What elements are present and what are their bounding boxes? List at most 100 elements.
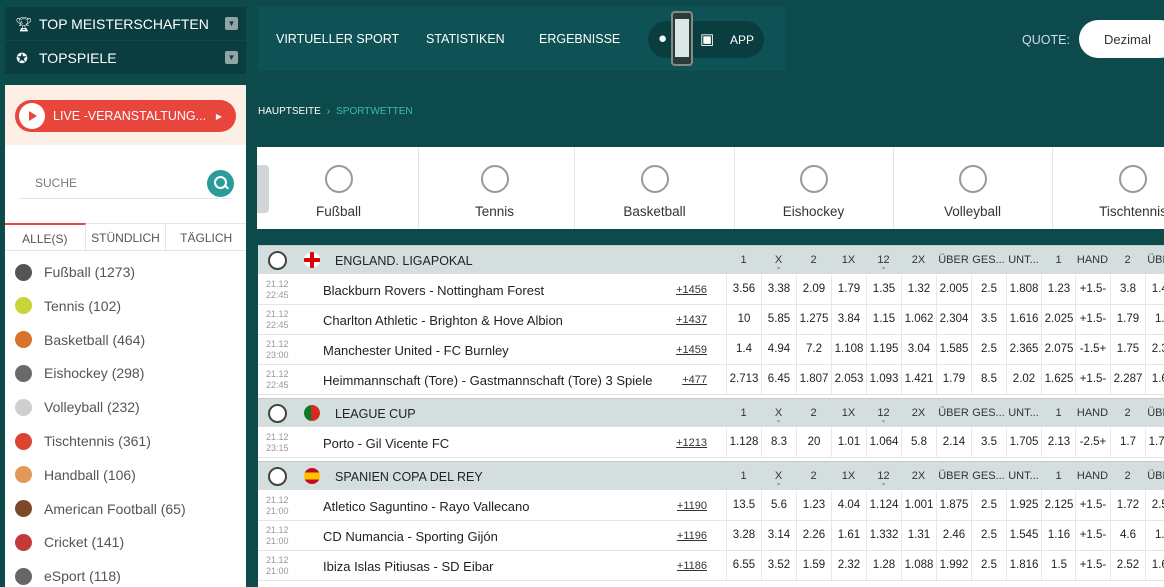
search-icon[interactable] [207,170,234,197]
odds-cell[interactable]: 1.5 [1145,521,1164,550]
sport-list-item[interactable]: Tischtennis (361) [15,429,151,453]
league-header[interactable]: SPANIEN COPA DEL REY 1 X ⌄ 2 1X 12 ⌄ 2X ÜBER GES..… [258,461,1164,490]
odds-cell[interactable]: 2.02 [1006,365,1041,394]
odds-cell[interactable]: 1.875 [936,491,971,520]
chevron-down-icon[interactable]: ▼ [225,17,238,30]
more-markets-link[interactable]: +1196 [671,530,707,542]
odds-cell[interactable]: 1.088 [901,551,936,580]
tab-daily[interactable]: TÄGLICH [166,224,246,250]
odds-cell[interactable]: 1.16 [1041,521,1076,550]
odds-cell[interactable]: 2.365 [1006,335,1041,364]
odds-cell[interactable]: 2.287 [1110,365,1145,394]
odds-cell[interactable]: 2.025 [1041,305,1076,334]
odds-cell[interactable]: 5.8 [901,428,936,457]
app-download-button[interactable]: ● ▣ APP [648,21,764,58]
more-markets-link[interactable]: +1190 [671,500,707,512]
odds-cell[interactable]: 2.09 [796,275,831,304]
odds-cell[interactable]: 3.14 [761,521,796,550]
odds-cell[interactable]: 2.34 [1145,335,1164,364]
odds-cell[interactable]: 1.4 [726,335,761,364]
odds-cell[interactable]: 20 [796,428,831,457]
odds-cell[interactable]: 1.79 [936,365,971,394]
odds-cell[interactable]: 2.005 [936,275,971,304]
breadcrumb-home[interactable]: HAUPTSEITE [258,106,321,117]
odds-cell[interactable]: 3.52 [761,551,796,580]
odds-cell[interactable]: 1.8 [1145,305,1164,334]
odds-cell[interactable]: 3.56 [726,275,761,304]
tab-hourly[interactable]: STÜNDLICH [86,224,167,250]
odds-cell[interactable]: 7.2 [796,335,831,364]
odds-cell[interactable]: 2.14 [936,428,971,457]
match-event[interactable]: Heimmannschaft (Tore) - Gastmannschaft (… [323,373,652,388]
odds-cell[interactable]: 1.61 [831,521,866,550]
odds-cell[interactable]: 3.04 [901,335,936,364]
odds-cell[interactable]: 1.7 [1110,428,1145,457]
odds-cell[interactable]: 1.625 [1041,365,1076,394]
top-championships-toggle[interactable]: 🏆︎ TOP MEISTERSCHAFTEN ▼ [5,7,246,40]
odds-cell[interactable]: 1.44 [1145,275,1164,304]
odds-cell[interactable]: 5.85 [761,305,796,334]
match-event[interactable]: Porto - Gil Vicente FC [323,436,449,451]
tab-all[interactable]: ALLE(S) [5,223,86,250]
odds-cell[interactable]: 6.55 [726,551,761,580]
odds-cell[interactable]: 1.585 [936,335,971,364]
odds-cell[interactable]: 1.75 [1110,335,1145,364]
sport-list-item[interactable]: eSport (118) [15,564,121,587]
odds-cell[interactable]: 3.84 [831,305,866,334]
odds-cell[interactable]: 1.064 [866,428,901,457]
odds-cell[interactable]: 1.725 [1145,428,1164,457]
match-event[interactable]: Ibiza Islas Pitiusas - SD Eibar [323,559,494,574]
odds-format-select[interactable]: Dezimal [1079,20,1164,58]
odds-cell[interactable]: 1.992 [936,551,971,580]
odds-cell[interactable]: 1.816 [1006,551,1041,580]
more-markets-link[interactable]: +477 [671,374,707,386]
more-markets-link[interactable]: +1456 [671,284,707,296]
odds-cell[interactable]: 2.26 [796,521,831,550]
sport-list-item[interactable]: Cricket (141) [15,530,124,554]
odds-cell[interactable]: 1.616 [1006,305,1041,334]
odds-cell[interactable]: 8.3 [761,428,796,457]
odds-cell[interactable]: 2.053 [831,365,866,394]
match-event[interactable]: Atletico Saguntino - Rayo Vallecano [323,499,529,514]
sport-list-item[interactable]: Fußball (1273) [15,260,135,284]
more-markets-link[interactable]: +1213 [671,437,707,449]
odds-cell[interactable]: 1.23 [796,491,831,520]
sport-list-item[interactable]: Eishockey (298) [15,361,144,385]
match-event[interactable]: Manchester United - FC Burnley [323,343,509,358]
odds-cell[interactable]: 1.807 [796,365,831,394]
sport-list-item[interactable]: Basketball (464) [15,328,145,352]
odds-cell[interactable]: 1.093 [866,365,901,394]
sport-tab-tennis[interactable]: Tennis [415,147,575,229]
sport-tab-ice-hockey[interactable]: Eishockey [734,147,894,229]
odds-cell[interactable]: 1.23 [1041,275,1076,304]
odds-cell[interactable]: 4.04 [831,491,866,520]
odds-cell[interactable]: 1.28 [866,551,901,580]
odds-cell[interactable]: 10 [726,305,761,334]
odds-cell[interactable]: 2.52 [1110,551,1145,580]
odds-cell[interactable]: 1.72 [1110,491,1145,520]
odds-cell[interactable]: 1.15 [866,305,901,334]
odds-cell[interactable]: 1.925 [1006,491,1041,520]
odds-cell[interactable]: 1.31 [901,521,936,550]
more-markets-link[interactable]: +1186 [671,560,707,572]
odds-cell[interactable]: 1.66 [1145,551,1164,580]
odds-cell[interactable]: 1.5 [1041,551,1076,580]
odds-cell[interactable]: 2.304 [936,305,971,334]
odds-cell[interactable]: 4.6 [1110,521,1145,550]
odds-cell[interactable]: 1.32 [901,275,936,304]
match-event[interactable]: Charlton Athletic - Brighton & Hove Albi… [323,313,563,328]
more-markets-link[interactable]: +1459 [671,344,707,356]
odds-cell[interactable]: 1.808 [1006,275,1041,304]
chevron-down-icon[interactable]: ▼ [225,51,238,64]
odds-cell[interactable]: 1.79 [831,275,866,304]
match-event[interactable]: Blackburn Rovers - Nottingham Forest [323,283,544,298]
odds-cell[interactable]: 1.79 [1110,305,1145,334]
odds-cell[interactable]: 1.128 [726,428,761,457]
sport-list-item[interactable]: Tennis (102) [15,294,121,318]
sport-tab-football[interactable]: Fußball [259,147,419,229]
odds-cell[interactable]: 1.275 [796,305,831,334]
odds-cell[interactable]: 2.46 [936,521,971,550]
strip-scroll-left[interactable] [257,165,269,213]
odds-cell[interactable]: 2.32 [831,551,866,580]
odds-cell[interactable]: 6.45 [761,365,796,394]
